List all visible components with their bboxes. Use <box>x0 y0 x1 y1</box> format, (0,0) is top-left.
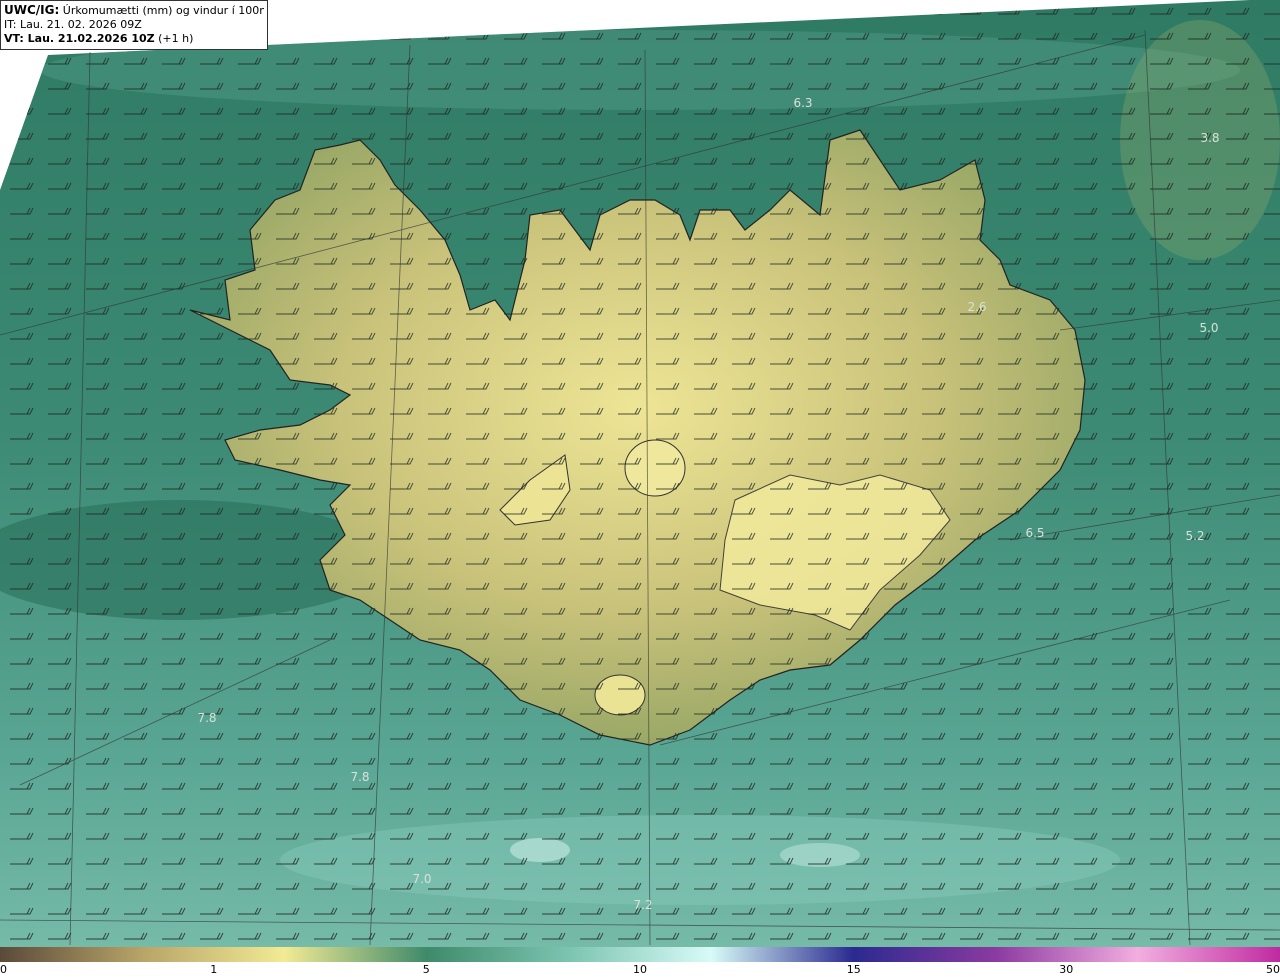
map-value-label: 7.0 <box>412 872 431 886</box>
valid-time-line: VT: Lau. 21.02.2026 10Z (+1 h) <box>4 32 264 46</box>
map-canvas: 6.3 3.8 2.6 5.0 6.5 5.2 7.8 7.8 7.0 7.2 <box>0 0 1280 947</box>
product-name: Úrkomumætti (mm) og vindur í 100m hæð <box>62 4 264 17</box>
colorbar: 0 1 5 10 15 30 50 <box>0 947 1280 978</box>
title-line: UWC/IG: Úrkomumætti (mm) og vindur í 100… <box>4 3 264 18</box>
map-value-label: 7.8 <box>197 711 216 725</box>
issue-time: IT: Lau. 21. 02. 2026 09Z <box>4 18 142 31</box>
map-value-label: 7.8 <box>350 770 369 784</box>
colorbar-tick-label: 50 <box>1266 963 1280 976</box>
map-value-label: 5.0 <box>1199 321 1218 335</box>
map-value-label: 7.2 <box>633 898 652 912</box>
colorbar-tick-label: 15 <box>846 963 861 976</box>
valid-time: VT: Lau. 21.02.2026 10Z <box>4 32 155 45</box>
colorbar-tick-label: 30 <box>1059 963 1074 976</box>
colorbar-strip <box>0 947 1280 962</box>
map-value-label: 2.6 <box>967 300 986 314</box>
map-value-label: 5.2 <box>1185 529 1204 543</box>
title-box: UWC/IG: Úrkomumætti (mm) og vindur í 100… <box>0 0 268 50</box>
colorbar-tick-label: 5 <box>422 963 430 976</box>
forecast-map: 6.3 3.8 2.6 5.0 6.5 5.2 7.8 7.8 7.0 7.2 UWC/IG: Ú… <box>0 0 1280 978</box>
map-value-label: 6.3 <box>793 96 812 110</box>
colorbar-tick-label: 10 <box>633 963 647 976</box>
map-value-label: 6.5 <box>1025 526 1044 540</box>
valid-offset: (+1 h) <box>158 32 194 45</box>
colorbar-tick-label: 1 <box>210 963 218 976</box>
model-name: UWC/IG: <box>4 3 60 17</box>
colorbar-tick-label: 0 <box>0 963 7 976</box>
map-value-label: 3.8 <box>1200 131 1219 145</box>
